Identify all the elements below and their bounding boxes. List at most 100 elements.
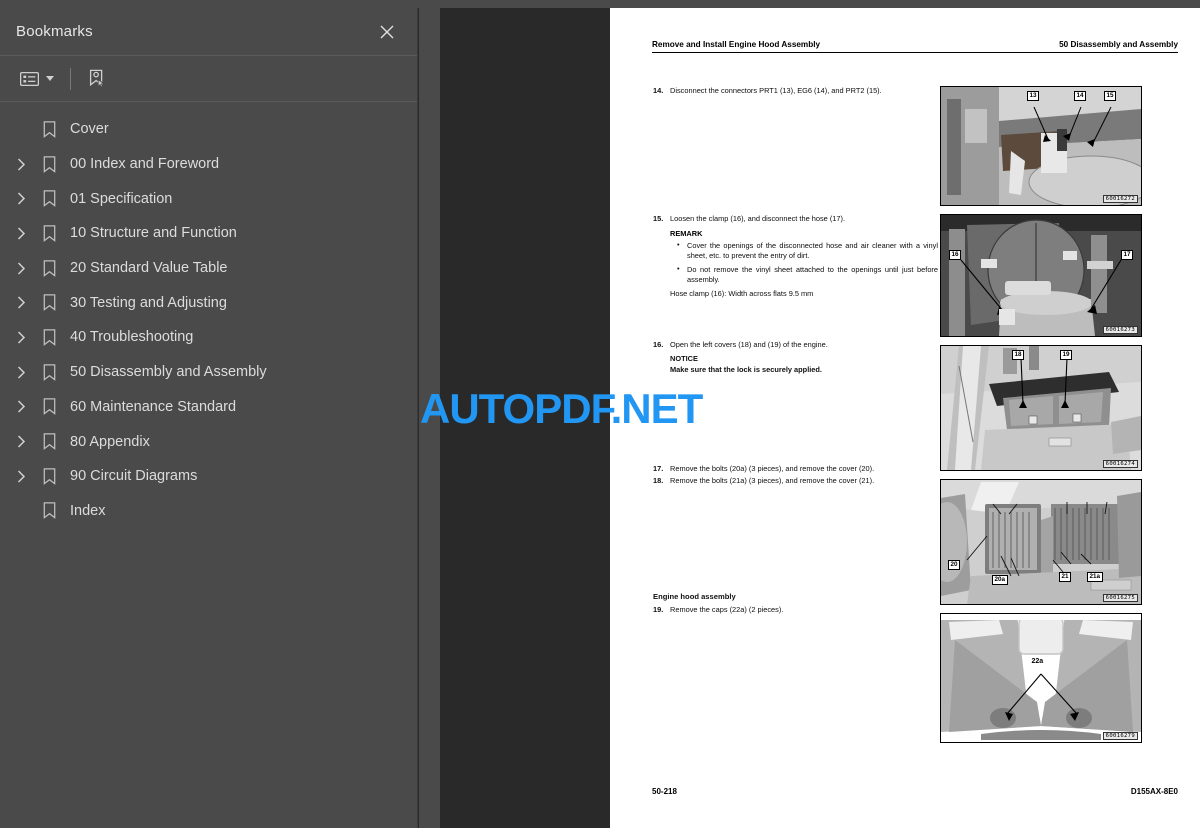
chevron-right-icon[interactable]: [8, 470, 34, 483]
figure-image: [941, 614, 1141, 742]
toolbar-divider: [70, 67, 71, 90]
list-options-icon[interactable]: [16, 67, 58, 91]
chevron-right-icon[interactable]: [8, 158, 34, 171]
figure-image: [941, 87, 1141, 205]
figure-60016274: 18 19 60016274: [940, 345, 1142, 471]
bookmark-icon: [34, 259, 64, 277]
bookmark-item-cover[interactable]: Cover: [0, 112, 417, 147]
chevron-right-icon[interactable]: [8, 400, 34, 413]
remark-bullet: Do not remove the vinyl sheet attached t…: [653, 264, 938, 285]
chevron-right-icon[interactable]: [8, 435, 34, 448]
figure-id: 60016275: [1102, 594, 1138, 602]
chevron-right-icon[interactable]: [8, 192, 34, 205]
step-number: 19.: [653, 605, 664, 614]
step-number: 14.: [653, 86, 664, 95]
notice-heading: NOTICE: [670, 353, 698, 363]
bookmark-icon: [34, 363, 64, 381]
figure-id: 60016279: [1102, 732, 1138, 740]
bookmark-label: 20 Standard Value Table: [70, 260, 228, 277]
bookmark-label: Index: [70, 502, 106, 519]
running-head-right: 50 Disassembly and Assembly: [1059, 40, 1178, 49]
figure-image: [941, 215, 1141, 336]
bookmark-item-80-appendix[interactable]: 80 Appendix: [0, 424, 417, 459]
bookmark-icon: [34, 329, 64, 346]
bookmark-icon: [34, 225, 64, 242]
bookmark-item-index[interactable]: Index: [0, 494, 417, 529]
hose-clamp-note: Hose clamp (16): Width across flats 9.5 …: [670, 288, 814, 298]
chevron-right-icon[interactable]: [8, 227, 34, 240]
bookmark-label: 10 Structure and Function: [70, 225, 237, 242]
figure-60016273: 16 17 60016273: [940, 214, 1142, 337]
bookmark-label: 90 Circuit Diagrams: [70, 468, 198, 485]
bookmark-label: 50 Disassembly and Assembly: [70, 364, 267, 381]
bookmark-item-10-structure-and-function[interactable]: 10 Structure and Function: [0, 216, 417, 251]
bookmark-icon: [34, 155, 64, 173]
sidebar-gutter: [419, 8, 440, 828]
bookmark-label: 30 Testing and Adjusting: [70, 294, 227, 311]
figure-60016275: 20 20a 21 21a 60016275: [940, 479, 1142, 605]
bookmark-item-60-maintenance-standard[interactable]: 60 Maintenance Standard: [0, 390, 417, 425]
bookmarks-toolbar: [0, 56, 417, 102]
close-icon[interactable]: [375, 20, 399, 44]
figure-callout: 21: [1059, 572, 1072, 582]
step-block-14: 14. Disconnect the connectors PRT1 (13),…: [653, 86, 938, 214]
step-number: 16.: [653, 340, 664, 349]
bookmark-item-30-testing-and-adjusting[interactable]: 30 Testing and Adjusting: [0, 285, 417, 320]
figure-callout: 20a: [992, 575, 1008, 585]
step-text: Remove the caps (22a) (2 pieces).: [670, 605, 784, 614]
figure-callout: 17: [1121, 250, 1134, 260]
step-text: Remove the bolts (20a) (3 pieces), and r…: [670, 464, 875, 473]
step-text: Open the left covers (18) and (19) of th…: [670, 340, 828, 349]
figure-id: 60016273: [1102, 326, 1138, 334]
bookmark-list: Cover 00 Index and Foreword 01 Specifica…: [0, 102, 417, 828]
step-text: Remove the bolts (21a) (3 pieces), and r…: [670, 475, 875, 485]
model-code: D155AX-8E0: [1130, 787, 1178, 796]
bookmark-icon: [34, 190, 64, 208]
figure-callout: 16: [949, 250, 962, 260]
bookmark-icon: [34, 294, 64, 312]
figure-60016279: 22a 60016279: [940, 613, 1142, 743]
bookmark-item-50-disassembly-and-assembly[interactable]: 50 Disassembly and Assembly: [0, 355, 417, 390]
remark-bullets: Cover the openings of the disconnected h…: [653, 240, 938, 285]
notice-text: Make sure that the lock is securely appl…: [670, 364, 822, 374]
chevron-right-icon[interactable]: [8, 262, 34, 275]
bookmark-item-01-specification[interactable]: 01 Specification: [0, 181, 417, 216]
page-footer: 50-218 D155AX-8E0: [652, 787, 1178, 796]
chevron-down-icon[interactable]: [46, 76, 54, 81]
figure-callout: 15: [1104, 91, 1117, 101]
step-number: 15.: [653, 214, 664, 223]
bookmark-item-00-index-and-foreword[interactable]: 00 Index and Foreword: [0, 147, 417, 182]
chevron-right-icon[interactable]: [8, 366, 34, 379]
step-number: 18.: [653, 475, 664, 485]
remark-bullet: Cover the openings of the disconnected h…: [653, 240, 938, 261]
bookmark-item-40-troubleshooting[interactable]: 40 Troubleshooting: [0, 320, 417, 355]
figure-callout: 21a: [1087, 572, 1103, 582]
bookmark-label: 01 Specification: [70, 190, 173, 207]
pdf-viewer-window: Bookmarks Cover 00 Index and Foreword 01…: [0, 0, 1200, 828]
figure-callout: 18: [1012, 350, 1025, 360]
page-figure-column: 13 14 15 60016272 16 17 60016273 18 19 6…: [940, 86, 1148, 751]
bookmark-item-20-standard-value-table[interactable]: 20 Standard Value Table: [0, 251, 417, 286]
figure-callout: 14: [1074, 91, 1087, 101]
new-bookmark-icon[interactable]: [83, 65, 110, 92]
bookmark-label: 80 Appendix: [70, 433, 150, 450]
remark-heading: REMARK: [670, 228, 703, 238]
window-top-strip: [0, 0, 1200, 8]
bookmark-icon: [34, 467, 64, 485]
figure-callout: 22a: [1031, 658, 1044, 665]
step-block-19: Engine hood assembly 19. Remove the caps…: [653, 592, 938, 615]
chevron-right-icon[interactable]: [8, 331, 34, 344]
bookmark-icon: [34, 398, 64, 416]
running-head-left: Remove and Install Engine Hood Assembly: [652, 40, 821, 49]
bookmark-label: Cover: [70, 121, 109, 138]
page-title: Bookmarks: [16, 23, 93, 40]
chevron-right-icon[interactable]: [8, 296, 34, 309]
figure-callout: 20: [948, 560, 961, 570]
step-text: Loosen the clamp (16), and disconnect th…: [670, 214, 846, 223]
figure-image: [941, 346, 1141, 470]
pdf-page: Remove and Install Engine Hood Assembly …: [610, 8, 1200, 828]
bookmark-item-90-circuit-diagrams[interactable]: 90 Circuit Diagrams: [0, 459, 417, 494]
figure-id: 60016272: [1102, 195, 1138, 203]
bookmarks-header: Bookmarks: [0, 8, 417, 56]
bookmark-label: 60 Maintenance Standard: [70, 398, 237, 415]
